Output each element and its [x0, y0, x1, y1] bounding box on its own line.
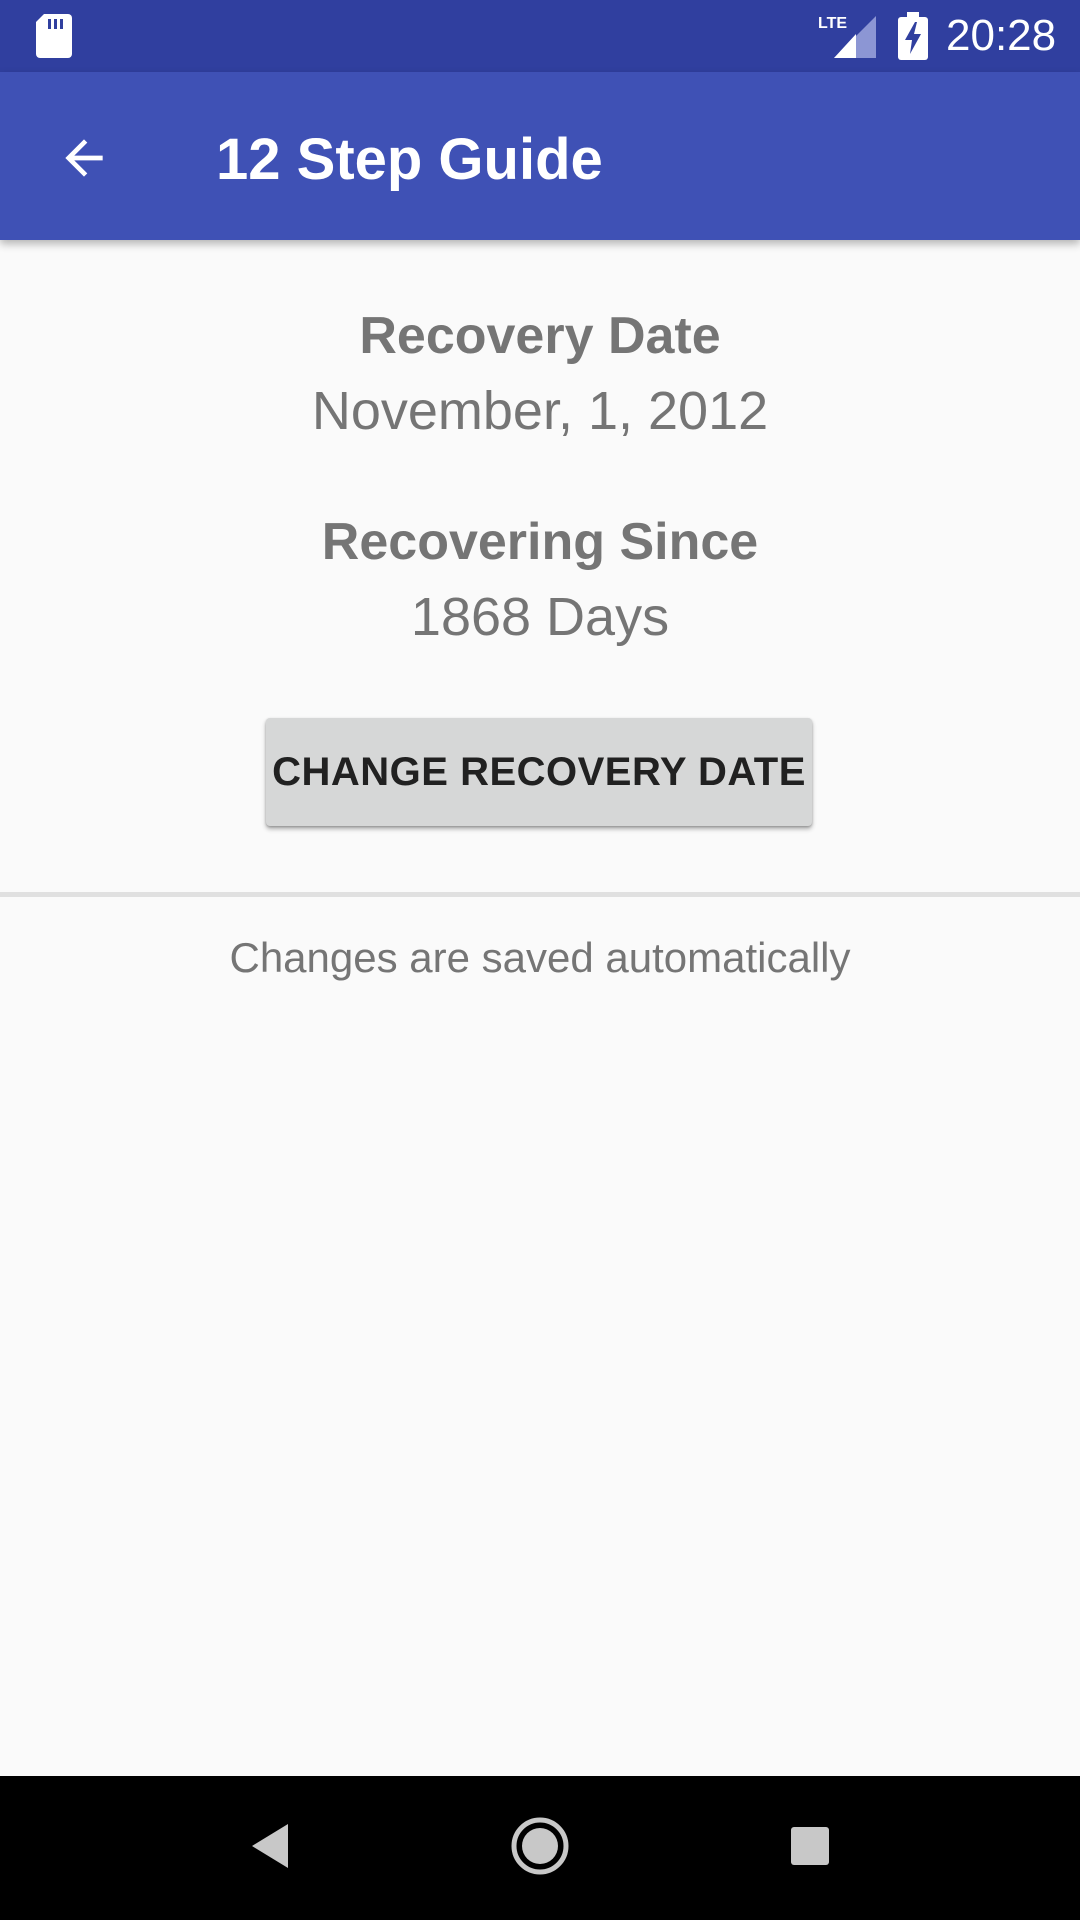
- page-title: 12 Step Guide: [216, 127, 603, 192]
- status-clock: 20:28: [946, 11, 1057, 60]
- nav-recents-icon: [778, 1814, 842, 1883]
- recovering-since-value: 1868 Days: [410, 587, 670, 647]
- nav-back-icon: [238, 1814, 302, 1883]
- change-recovery-date-button[interactable]: CHANGE RECOVERY DATE: [266, 718, 812, 826]
- app-bar: 12 Step Guide: [0, 72, 1080, 240]
- screen: LTE 20:28 12 Step Guide Recovery Date No…: [0, 0, 1080, 1920]
- divider: [0, 892, 1080, 897]
- arrow-back-icon: [56, 130, 112, 191]
- lte-label: LTE: [818, 15, 847, 32]
- back-button[interactable]: [40, 116, 128, 204]
- main-content: Recovery Date November, 1, 2012 Recoveri…: [0, 240, 1080, 1776]
- recovering-since-label: Recovering Since: [321, 513, 759, 571]
- status-bar: LTE 20:28: [0, 0, 1080, 72]
- sd-card-icon: [36, 14, 72, 58]
- nav-home-button[interactable]: [490, 1798, 590, 1898]
- navigation-bar: [0, 1776, 1080, 1920]
- nav-recents-button[interactable]: [760, 1798, 860, 1898]
- lte-signal-icon: LTE: [818, 12, 876, 58]
- autosave-note: Changes are saved automatically: [229, 934, 851, 981]
- nav-home-icon: [508, 1814, 572, 1883]
- battery-charging-icon: [898, 12, 928, 60]
- nav-back-button[interactable]: [220, 1798, 320, 1898]
- recovery-date-value: November, 1, 2012: [311, 381, 769, 441]
- recovery-date-label: Recovery Date: [359, 307, 721, 365]
